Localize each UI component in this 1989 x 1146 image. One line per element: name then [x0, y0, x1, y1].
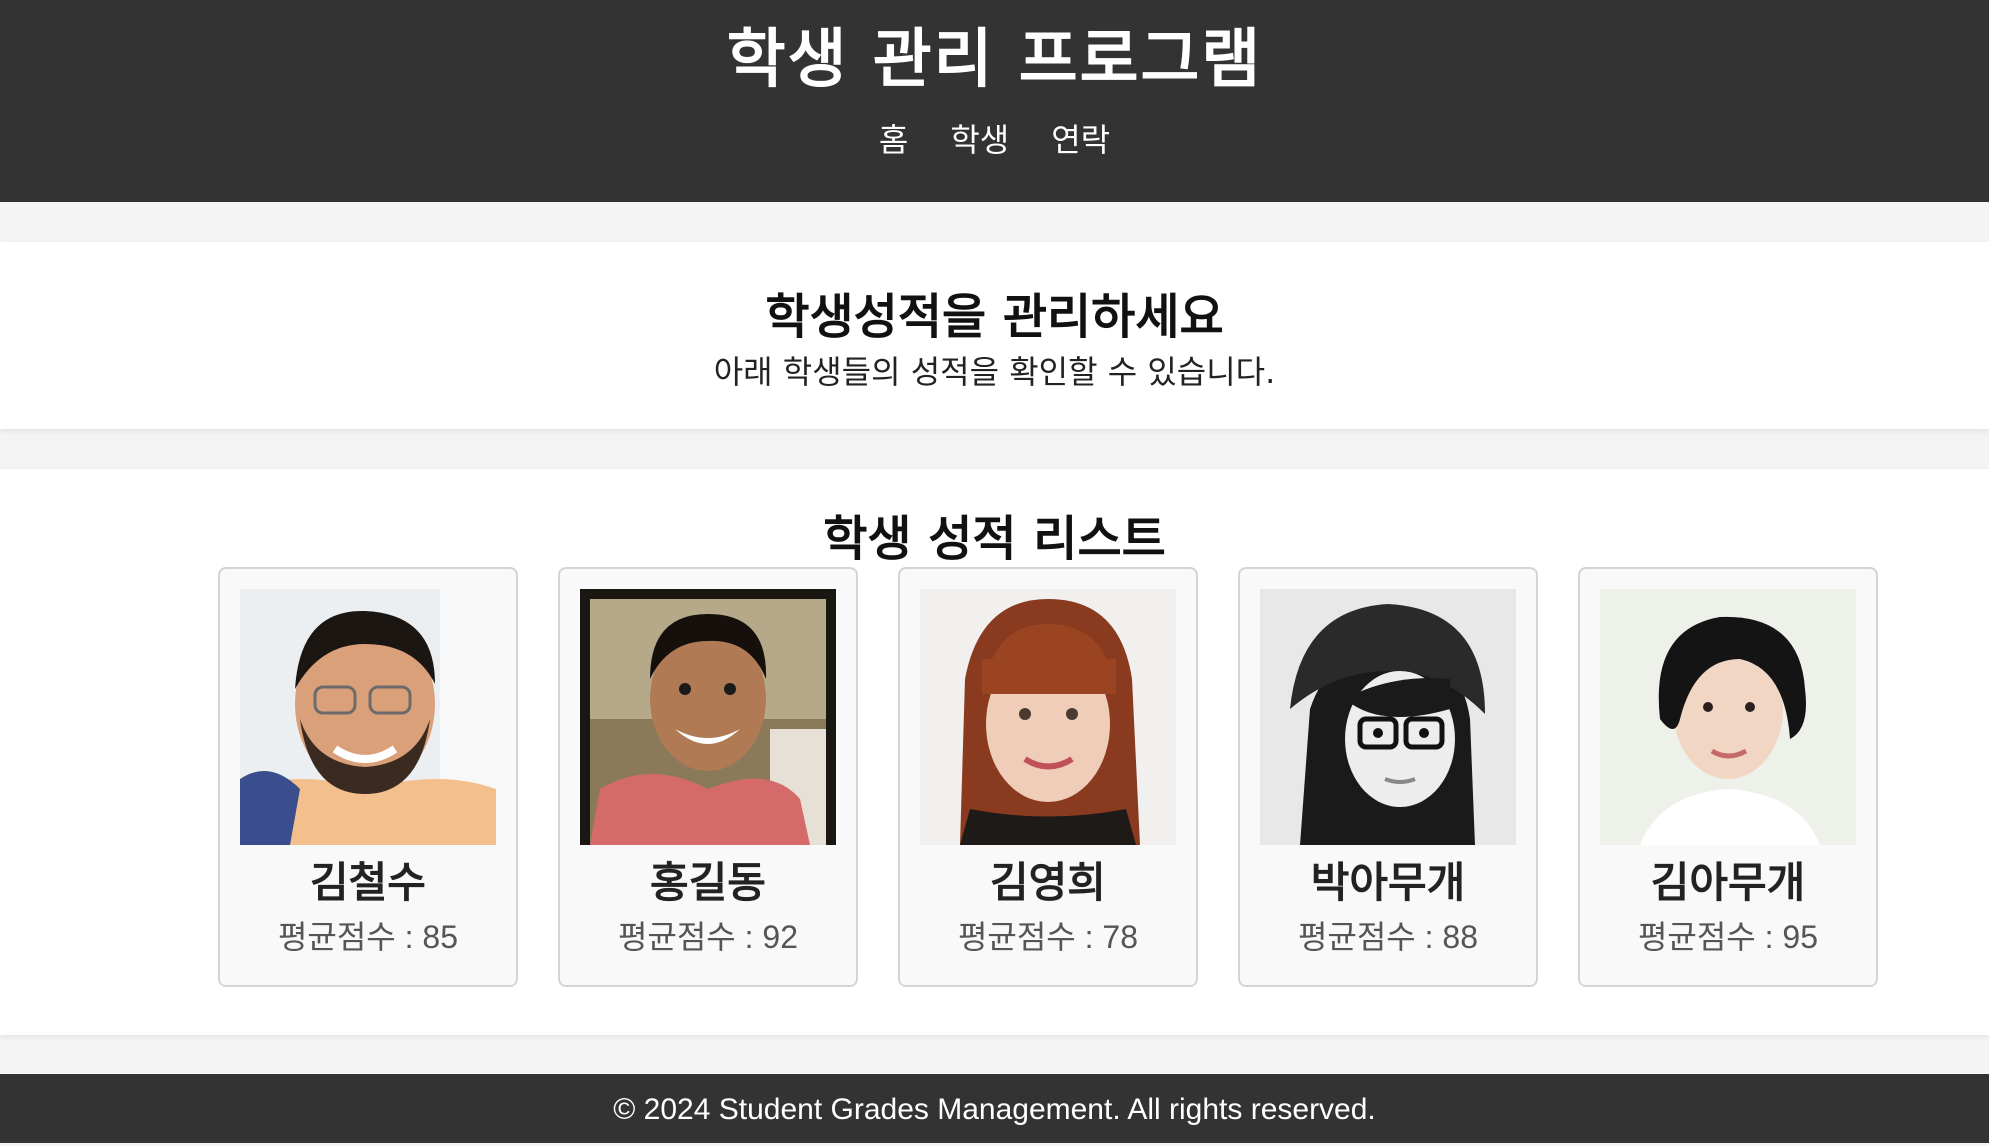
student-card-list: 김철수 평균점수 : 85 홍길동 평균점수 : 92 김영희 평균점수: 7…	[0, 567, 1989, 987]
student-photo-female-beanie-icon	[1260, 589, 1516, 845]
site-footer: © 2024 Student Grades Management. All ri…	[0, 1074, 1989, 1143]
student-score: 평균점수 : 95	[1637, 919, 1819, 955]
nav-link-students[interactable]: 학생	[950, 118, 1009, 162]
student-score: 평균점수 : 92	[617, 919, 799, 955]
student-photo-male-smiling-icon	[580, 589, 836, 845]
hero-section: 학생성적을 관리하세요 아래 학생들의 성적을 확인할 수 있습니다.	[0, 242, 1989, 429]
student-card[interactable]: 박아무개 평균점수 : 88	[1238, 567, 1538, 987]
student-card[interactable]: 김철수 평균점수 : 85	[218, 567, 518, 987]
site-header: 학생 관리 프로그램 홈 학생 연락	[0, 0, 1989, 202]
nav-link-contact[interactable]: 연락	[1051, 118, 1110, 162]
student-photo-male-glasses-icon	[240, 589, 496, 845]
student-name: 김영희	[990, 858, 1106, 907]
student-name: 박아무개	[1310, 858, 1466, 907]
student-photo-female-redhair-icon	[920, 589, 1176, 845]
student-list-section: 학생 성적 리스트 김철수 평균점수 : 85 홍길동 평균점수: 92 김영…	[0, 469, 1989, 1035]
student-photo	[1600, 589, 1856, 845]
site-title: 학생 관리 프로그램	[726, 23, 1263, 97]
student-name: 김아무개	[1650, 858, 1806, 907]
footer-copyright: © 2024 Student Grades Management. All ri…	[613, 1093, 1376, 1126]
student-photo	[920, 589, 1176, 845]
student-name: 홍길동	[650, 858, 766, 907]
student-photo	[240, 589, 496, 845]
student-card[interactable]: 김영희 평균점수 : 78	[898, 567, 1198, 987]
student-score: 평균점수 : 88	[1297, 919, 1479, 955]
student-photo-female-shorthair-icon	[1600, 589, 1856, 845]
student-score: 평균점수 : 78	[957, 919, 1139, 955]
student-score: 평균점수 : 85	[277, 919, 459, 955]
student-list-title: 학생 성적 리스트	[823, 511, 1166, 567]
student-photo	[1260, 589, 1516, 845]
student-name: 김철수	[310, 858, 426, 907]
hero-subtitle: 아래 학생들의 성적을 확인할 수 있습니다.	[713, 353, 1276, 391]
nav-link-home[interactable]: 홈	[879, 118, 908, 162]
student-card[interactable]: 홍길동 평균점수 : 92	[558, 567, 858, 987]
student-card[interactable]: 김아무개 평균점수 : 95	[1578, 567, 1878, 987]
hero-title: 학생성적을 관리하세요	[765, 289, 1224, 345]
student-photo	[580, 589, 836, 845]
main-nav: 홈 학생 연락	[0, 118, 1989, 162]
